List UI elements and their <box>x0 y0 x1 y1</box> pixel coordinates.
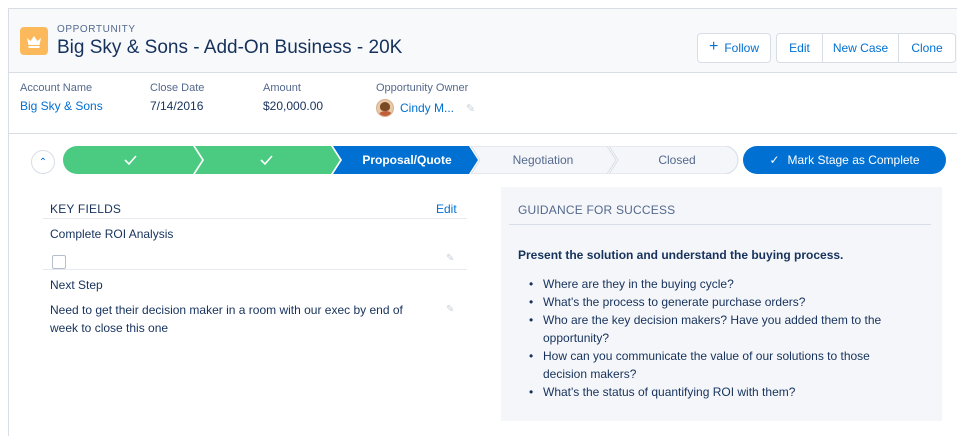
plus-icon: + <box>708 38 719 55</box>
roi-analysis-label: Complete ROI Analysis <box>50 227 174 241</box>
check-icon: ✓ <box>769 153 780 167</box>
close-date-label: Close Date <box>150 82 205 94</box>
highlight-account-name: Account Name Big Sky & Sons <box>20 82 103 113</box>
new-case-button[interactable]: New Case <box>823 33 899 63</box>
mark-stage-complete-button[interactable]: ✓ Mark Stage as Complete <box>743 146 946 174</box>
sales-path: Proposal/Quote Negotiation Closed <box>63 146 739 174</box>
owner-label: Opportunity Owner <box>376 82 469 94</box>
object-type-label: OPPORTUNITY <box>57 24 136 35</box>
guidance-heading: Present the solution and understand the … <box>518 248 844 262</box>
follow-button[interactable]: + Follow <box>697 33 771 63</box>
list-item: How can you communicate the value of our… <box>529 347 909 383</box>
action-button-group: Edit New Case Clone <box>776 33 956 63</box>
key-fields-title: KEY FIELDS <box>50 202 122 216</box>
account-name-label: Account Name <box>20 82 93 94</box>
record-header: OPPORTUNITY Big Sky & Sons - Add-On Busi… <box>9 9 957 73</box>
amount-label: Amount <box>263 82 301 94</box>
highlight-close-date: Close Date 7/14/2016 <box>150 82 204 113</box>
owner-value: Cindy M... ✎ <box>376 99 475 117</box>
divider <box>509 224 931 225</box>
guidance-panel: GUIDANCE FOR SUCCESS Present the solutio… <box>501 187 942 421</box>
owner-link[interactable]: Cindy M... <box>400 101 454 115</box>
avatar <box>376 99 394 117</box>
next-step-label: Next Step <box>50 278 103 292</box>
path-stage-label-negotiation: Negotiation <box>513 153 574 167</box>
roi-analysis-checkbox[interactable] <box>52 255 66 269</box>
list-item: Who are the key decision makers? Have yo… <box>529 311 909 347</box>
list-item: What's the process to generate purchase … <box>529 293 909 311</box>
divider <box>43 218 467 219</box>
record-title: Big Sky & Sons - Add-On Business - 20K <box>57 37 403 58</box>
path-stage-2[interactable] <box>195 146 340 174</box>
amount-value: $20,000.00 <box>263 99 324 113</box>
pencil-icon[interactable]: ✎ <box>446 304 456 315</box>
close-date-value: 7/14/2016 <box>150 99 204 113</box>
path-stage-1[interactable] <box>63 146 202 174</box>
pencil-icon[interactable]: ✎ <box>446 253 456 264</box>
collapse-path-button[interactable]: ⌃ <box>31 150 55 174</box>
highlights-divider <box>9 133 957 134</box>
mark-complete-label: Mark Stage as Complete <box>787 153 920 167</box>
highlight-amount: Amount $20,000.00 <box>263 82 323 113</box>
next-step-value: Need to get their decision maker in a ro… <box>50 303 403 335</box>
list-item: Where are they in the buying cycle? <box>529 275 909 293</box>
path-stage-negotiation[interactable]: Negotiation <box>470 146 617 174</box>
path-stage-current[interactable]: Proposal/Quote <box>333 146 478 174</box>
path-stage-label-closed: Closed <box>658 153 695 167</box>
chevron-up-icon: ⌃ <box>38 156 48 168</box>
list-item: What's the status of quantifying ROI wit… <box>529 383 909 401</box>
account-name-link[interactable]: Big Sky & Sons <box>20 99 103 113</box>
change-owner-icon[interactable]: ✎ <box>466 102 475 115</box>
guidance-title: GUIDANCE FOR SUCCESS <box>518 203 676 217</box>
crown-icon <box>20 27 48 55</box>
path-stage-label-current: Proposal/Quote <box>362 153 452 167</box>
record-page: OPPORTUNITY Big Sky & Sons - Add-On Busi… <box>8 8 957 436</box>
divider <box>43 269 467 270</box>
path-stage-closed[interactable]: Closed <box>608 146 739 174</box>
key-fields-edit-link[interactable]: Edit <box>436 202 457 216</box>
guidance-list: Where are they in the buying cycle? What… <box>529 275 909 401</box>
edit-button[interactable]: Edit <box>776 33 823 63</box>
clone-button[interactable]: Clone <box>899 33 956 63</box>
follow-label: Follow <box>724 41 760 55</box>
highlight-opportunity-owner: Opportunity Owner Cindy M... ✎ <box>376 82 475 117</box>
